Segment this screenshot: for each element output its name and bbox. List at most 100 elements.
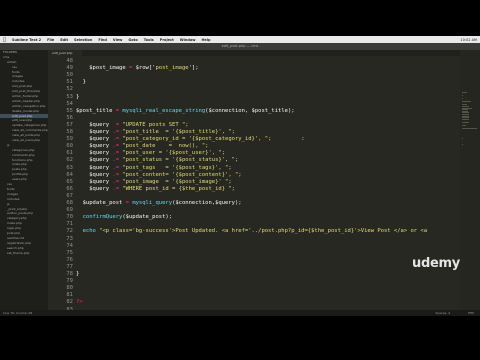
code-token: $query: [89, 157, 110, 164]
code-token: $post_title: [76, 107, 113, 114]
code-token: $query: [89, 143, 110, 150]
menu-item-edit[interactable]: Edit: [60, 38, 68, 42]
line-number: 63: [66, 164, 73, 171]
minimap-line: [462, 125, 467, 127]
code-line[interactable]: }: [76, 271, 79, 277]
minimap-line: [462, 128, 477, 130]
code-token: mysqli_query: [132, 200, 173, 206]
code-token: mysqli_real_escape_string: [122, 107, 206, 114]
line-number: 78: [66, 271, 73, 277]
apple-icon[interactable]: : [3, 37, 6, 43]
code-token: posts SET ";: [145, 121, 189, 128]
code-token: .=: [109, 178, 123, 185]
line-number: 72: [66, 228, 73, 235]
line-number: 48: [66, 58, 73, 64]
code-line[interactable]: echo "<p class='bg-success'>Post Updated…: [76, 228, 427, 234]
code-area[interactable]: $post_image = $row['post_image']; }} $pos…: [76, 56, 460, 310]
menu-item-find[interactable]: Find: [98, 38, 107, 42]
code-line[interactable]: $query .= "post_user = '{$post_user}', "…: [76, 150, 225, 156]
line-number: 67: [66, 192, 73, 199]
code-token: .=: [109, 129, 123, 135]
code-line[interactable]: $query .= "WHERE post_id = {$the_post_id…: [76, 186, 235, 192]
line-number: 64: [66, 171, 73, 178]
code-token: ?>: [76, 299, 83, 306]
code-token: ($update_post);: [122, 214, 173, 221]
minimap-line: [462, 118, 469, 120]
sidebar-file-tree[interactable]: FOLDERS cms admin css fonts images includes add…: [0, 50, 48, 310]
minimap-line: [462, 122, 469, 123]
line-number: 74: [66, 242, 73, 249]
code-line[interactable]: $query .= "post_tags = '{$post_tags}', "…: [76, 165, 231, 171]
line-number: 60: [66, 143, 73, 150]
code-line[interactable]: $query .= "post_status = '{$post_status}…: [76, 157, 238, 163]
code-line[interactable]: $post_title = mysqli_real_escape_string(…: [76, 108, 295, 114]
code-token: .=: [109, 150, 123, 157]
code-token: $query: [89, 129, 110, 135]
line-number: 54: [66, 100, 73, 107]
menu-item-file[interactable]: File: [47, 38, 54, 42]
menu-item-project[interactable]: Project: [160, 38, 174, 42]
line-number: 56: [66, 114, 73, 121]
line-number: 73: [66, 235, 73, 242]
menu-item-goto[interactable]: Goto: [128, 38, 137, 42]
code-line[interactable]: $query = "UPDATE posts SET ";: [76, 121, 189, 128]
code-token: $query: [89, 185, 110, 192]
code-line[interactable]: ?>: [76, 299, 83, 305]
code-token: .=: [109, 157, 123, 164]
menu-item-tools[interactable]: Tools: [144, 38, 154, 42]
menu-item-view[interactable]: View: [113, 38, 122, 42]
line-number: 52: [66, 86, 73, 93]
code-token: "post_status = '{$post_status}', ";: [122, 157, 239, 164]
code-line[interactable]: $update_post = mysqli_query($connection,…: [76, 200, 242, 206]
line-number: 55: [66, 107, 73, 114]
code-line[interactable]: $query .= "post_image = '{$post_image}' …: [76, 178, 232, 185]
code-token: $query: [89, 178, 110, 185]
code-token: "post_image = '{$post_image}' ";: [122, 178, 232, 185]
code-token: $query: [89, 150, 110, 157]
code-line[interactable]: $post_image = $row['post_image'];: [76, 65, 198, 72]
code-line[interactable]: }: [76, 79, 86, 85]
status-tab-size[interactable]: Spaces: 4: [435, 310, 450, 316]
menu-item-window[interactable]: Window: [180, 38, 196, 42]
code-token: $query: [89, 121, 110, 128]
line-number: 62: [66, 157, 73, 164]
window-title: edit_post.php — cms: [0, 43, 480, 50]
editor-window:  Sublime Text 2 File Edit Selection Fin…: [0, 36, 480, 316]
menu-item-app[interactable]: Sublime Text 2: [12, 38, 41, 42]
code-token: "post_date = now(), ";: [122, 143, 209, 150]
code-line[interactable]: confirmQuery($update_post);: [76, 214, 172, 220]
menu-item-selection[interactable]: Selection: [74, 38, 92, 42]
code-token: "post_title = '{$post_title}', ";: [122, 129, 235, 135]
code-token: "UPDATE: [122, 121, 146, 128]
code-token: $row: [135, 65, 149, 72]
code-token: }: [76, 79, 86, 86]
code-line[interactable]: }: [76, 94, 79, 100]
code-line[interactable]: $query .= "post_title = '{$post_title}',…: [76, 129, 235, 135]
menu-bar:  Sublime Text 2 File Edit Selection Fin…: [0, 36, 480, 43]
sidebar-item[interactable]: set_theme.php: [0, 251, 48, 256]
menu-item-help[interactable]: Help: [202, 38, 211, 42]
menu-clock: 10:02 AM: [460, 37, 477, 42]
status-syntax[interactable]: PHP: [468, 310, 474, 316]
code-line[interactable]: $query .= "post_content= '{$post_content…: [76, 172, 241, 178]
minimap[interactable]: [460, 50, 480, 310]
code-line[interactable]: $query .= "post_category_id = '{$post_ca…: [76, 136, 305, 143]
line-number: 75: [66, 249, 73, 256]
code-token: }: [76, 93, 80, 100]
code-token: "WHERE post_id = {$the_post_id} ";: [122, 185, 235, 192]
code-line[interactable]: $query .= "post_date = now(), ";: [76, 143, 208, 149]
line-number: 81: [66, 292, 73, 299]
code-token: :: [271, 136, 305, 143]
line-number: 70: [66, 214, 73, 221]
line-number: 66: [66, 185, 73, 192]
